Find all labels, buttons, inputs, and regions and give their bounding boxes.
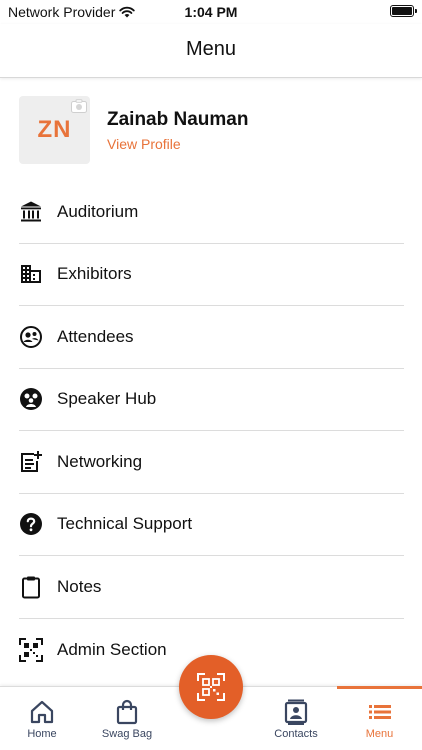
menu-item-label: Notes: [57, 576, 102, 596]
help-icon: [19, 512, 43, 536]
bag-icon: [114, 699, 140, 725]
menu-item-technical-support[interactable]: Technical Support: [19, 494, 404, 556]
avatar-initials: ZN: [37, 116, 72, 143]
tab-label: Home: [27, 728, 57, 740]
page-title: Menu: [185, 38, 237, 60]
home-icon: [29, 699, 55, 725]
exhibitors-icon: [19, 262, 43, 286]
menu-item-label: Auditorium: [57, 201, 139, 221]
menu-item-label: Admin Section: [57, 639, 167, 659]
tab-contacts[interactable]: Contacts: [268, 687, 324, 750]
menu-item-label: Attendees: [57, 326, 134, 346]
profile-section[interactable]: ZN Zainab Nauman View Profile: [19, 96, 409, 164]
battery-icon: [390, 5, 417, 17]
scan-qr-button[interactable]: [179, 655, 243, 719]
menu-icon: [367, 699, 393, 725]
menu-item-auditorium[interactable]: Auditorium: [19, 181, 404, 244]
menu-list: Auditorium Exhibitors Attendees Speaker …: [19, 181, 404, 681]
attendees-icon: [19, 325, 43, 349]
menu-item-label: Exhibitors: [57, 264, 132, 284]
contacts-icon: [283, 699, 309, 725]
camera-icon[interactable]: [71, 99, 87, 113]
menu-item-networking[interactable]: Networking: [19, 431, 404, 494]
menu-item-label: Speaker Hub: [57, 389, 157, 409]
tab-swag-bag[interactable]: Swag Bag: [96, 687, 158, 750]
avatar[interactable]: ZN: [19, 96, 90, 164]
tab-label: Swag Bag: [101, 728, 153, 740]
menu-item-label: Technical Support: [57, 514, 193, 534]
qr-scan-icon: [197, 673, 225, 701]
auditorium-icon: [19, 200, 43, 224]
menu-item-exhibitors[interactable]: Exhibitors: [19, 244, 404, 306]
tab-label: Menu: [365, 728, 394, 740]
nav-header: Menu: [0, 24, 422, 78]
clock: 1:04 PM: [184, 4, 238, 20]
status-bar: Network Provider 1:04 PM: [0, 0, 422, 24]
tab-label: Contacts: [274, 728, 318, 740]
menu-item-notes[interactable]: Notes: [19, 556, 404, 619]
view-profile-link[interactable]: View Profile: [107, 136, 181, 152]
menu-item-attendees[interactable]: Attendees: [19, 306, 404, 369]
tab-home[interactable]: Home: [14, 687, 70, 750]
profile-name: Zainab Nauman: [107, 109, 249, 130]
clipboard-icon: [19, 575, 43, 599]
menu-item-label: Networking: [57, 451, 143, 471]
tab-menu[interactable]: Menu: [337, 686, 422, 750]
speaker-hub-icon: [19, 387, 43, 411]
qr-code-icon: [19, 637, 43, 662]
active-tab-indicator: [337, 686, 422, 689]
networking-icon: [19, 450, 43, 474]
menu-item-speaker-hub[interactable]: Speaker Hub: [19, 369, 404, 431]
